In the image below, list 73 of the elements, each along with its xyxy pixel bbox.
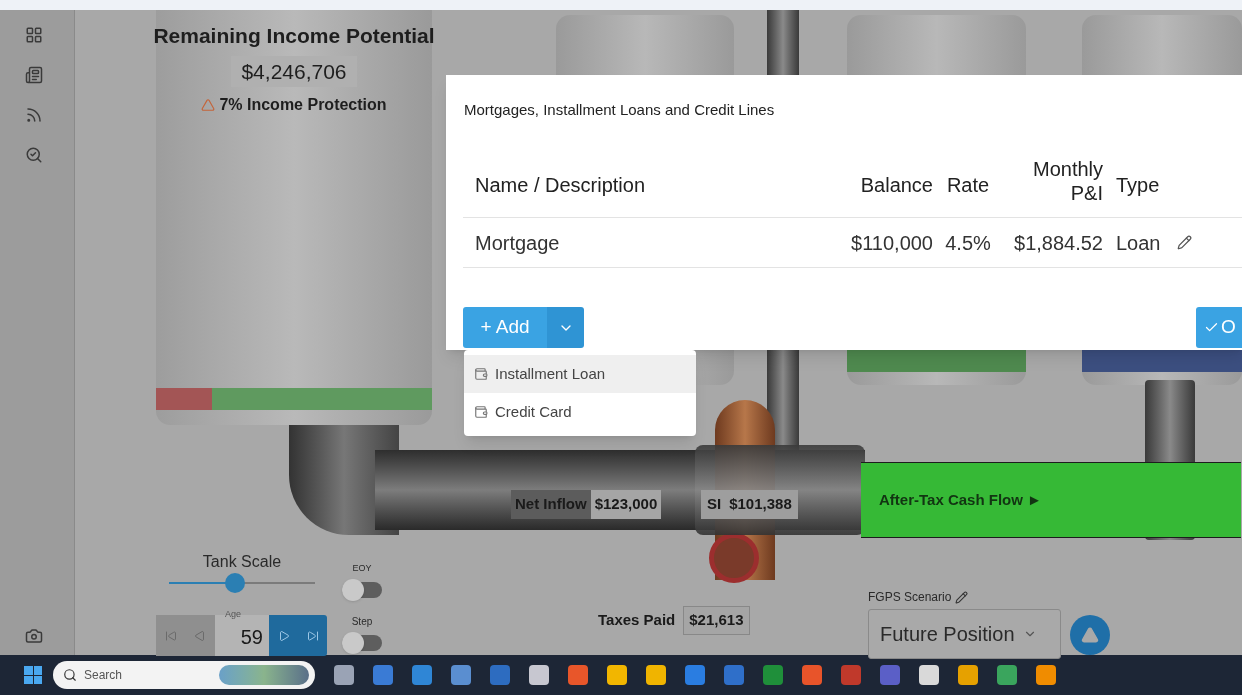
feed-icon[interactable] — [25, 106, 43, 124]
grid-icon[interactable] — [25, 26, 43, 44]
play-reverse-icon — [194, 629, 206, 642]
si-value: $101,388 — [729, 494, 792, 514]
app-icon[interactable] — [646, 665, 666, 685]
skip-back-icon — [164, 629, 177, 642]
camera-icon[interactable] — [25, 627, 43, 645]
menu-item[interactable]: Credit Card — [464, 393, 696, 431]
search-icon[interactable] — [25, 146, 43, 164]
tank-title: Remaining Income Potential — [153, 23, 435, 49]
app-icon[interactable] — [958, 665, 978, 685]
net-inflow-value: $123,000 — [590, 490, 662, 519]
wallet-icon — [474, 367, 488, 381]
app-icon[interactable] — [451, 665, 471, 685]
app-icon[interactable] — [607, 665, 627, 685]
app-icon[interactable] — [763, 665, 783, 685]
app-icon[interactable] — [997, 665, 1017, 685]
app-icon[interactable] — [802, 665, 822, 685]
add-dropdown-button[interactable] — [547, 307, 584, 348]
dialog-title: Mortgages, Installment Loans and Credit Lines — [464, 100, 775, 120]
column-header: Monthly P&I — [1031, 157, 1103, 205]
search-field[interactable]: Search — [53, 661, 315, 689]
toggle-switch[interactable] — [342, 635, 382, 651]
play-icon — [277, 629, 290, 642]
slider-thumb[interactable] — [224, 573, 245, 593]
eoy-label: EOY — [352, 562, 372, 575]
scenario-select[interactable]: Future Position — [868, 609, 1061, 659]
next-button[interactable] — [269, 615, 298, 656]
edit-icon[interactable] — [955, 590, 969, 604]
app-icon[interactable] — [685, 665, 705, 685]
app-icon[interactable] — [490, 665, 510, 685]
income-amount: $4,246,706 — [231, 55, 357, 87]
app-icon[interactable] — [1036, 665, 1056, 685]
warning-icon — [1081, 626, 1099, 644]
edit-icon[interactable] — [1177, 235, 1192, 250]
newspaper-icon[interactable] — [25, 66, 43, 84]
taxes-paid-label: Taxes Paid — [598, 610, 676, 630]
app-icon[interactable] — [919, 665, 939, 685]
app-icon[interactable] — [880, 665, 900, 685]
table-cell-text: Loan — [1115, 230, 1162, 256]
step-label: Step — [351, 615, 373, 629]
table-cell-text: $1,884.52 — [1013, 230, 1103, 256]
column-header: Name / Description — [474, 173, 647, 198]
app-icon[interactable] — [529, 665, 549, 685]
warning-icon — [201, 98, 216, 112]
table-cell-text: Mortgage — [474, 230, 561, 256]
table-cell-text: 4.5% — [944, 230, 992, 256]
toggle-switch[interactable] — [342, 581, 382, 598]
app-icon[interactable] — [412, 665, 432, 685]
last-button[interactable] — [298, 615, 327, 656]
age-value: 59 — [240, 625, 263, 650]
windows-icon[interactable] — [24, 666, 42, 684]
app-icon[interactable] — [724, 665, 744, 685]
si-label: SI — [707, 494, 722, 514]
wallet-icon — [474, 405, 488, 419]
app-icon[interactable] — [841, 665, 861, 685]
income-protection: 7% Income Protection — [219, 95, 387, 115]
menu-item[interactable]: Installment Loan — [464, 355, 696, 393]
taxes-paid-value: $21,613 — [683, 606, 750, 635]
warning-button[interactable] — [1070, 615, 1110, 655]
cash-flow-label: After-Tax Cash Flow ► — [879, 489, 1042, 510]
column-header: Type — [1115, 173, 1161, 198]
net-inflow-label: Net Inflow — [511, 490, 591, 519]
search-icon — [63, 668, 77, 682]
app-icon[interactable] — [568, 665, 588, 685]
column-header: Rate — [945, 173, 991, 198]
skip-forward-icon — [306, 629, 319, 642]
table-cell-text: $110,000 — [850, 230, 933, 256]
app-icon[interactable] — [373, 665, 393, 685]
column-header: Balance — [859, 173, 933, 198]
scenario-label: FGPS Scenario — [868, 589, 952, 606]
app-icon[interactable] — [334, 665, 354, 685]
tank-scale-label: Tank Scale — [202, 552, 282, 572]
